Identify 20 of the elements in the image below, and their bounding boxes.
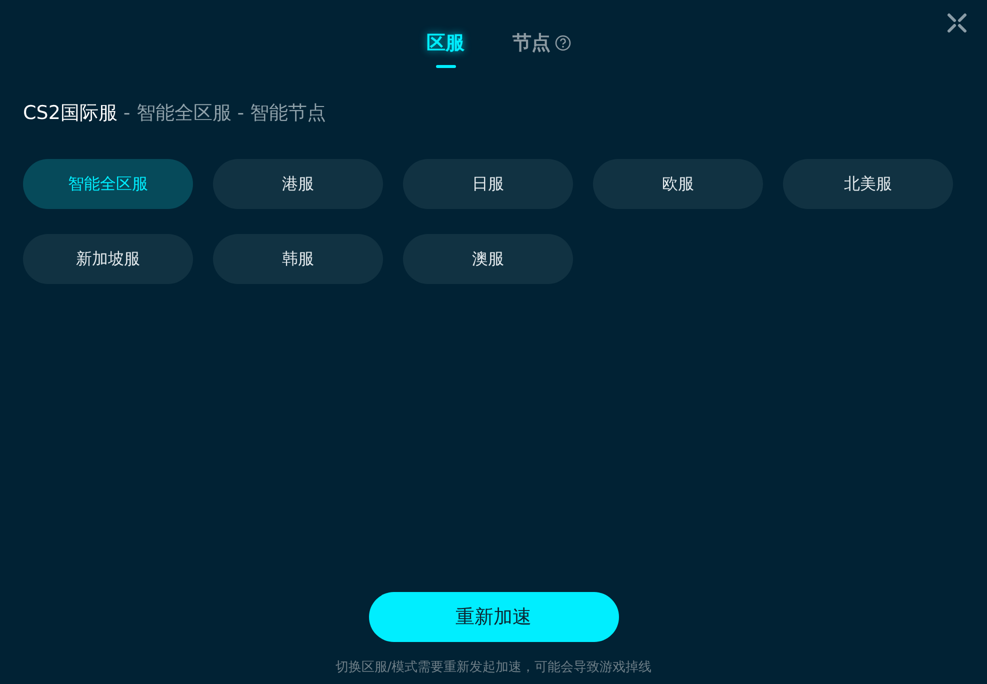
region-button[interactable]: 澳服 <box>403 234 573 284</box>
breadcrumb-item: CS2国际服 <box>23 101 118 126</box>
tab[interactable]: 节点 <box>512 30 550 56</box>
region-button[interactable]: 韩服 <box>213 234 383 284</box>
region-button[interactable]: 欧服 <box>593 159 763 209</box>
breadcrumb-item: 智能全区服 <box>136 101 232 126</box>
region-button[interactable]: 日服 <box>403 159 573 209</box>
region-button[interactable]: 新加坡服 <box>23 234 193 284</box>
tab[interactable]: 区服 <box>426 30 464 56</box>
breadcrumb-separator: - <box>237 101 244 126</box>
region-button[interactable]: 北美服 <box>783 159 953 209</box>
help-icon[interactable] <box>554 35 570 51</box>
breadcrumb-item: 智能节点 <box>250 101 326 126</box>
region-button[interactable]: 港服 <box>213 159 383 209</box>
region-button[interactable]: 智能全区服 <box>23 159 193 209</box>
breadcrumb-separator: - <box>123 101 130 126</box>
restart-button[interactable]: 重新加速 <box>368 592 618 642</box>
hint-text: 切换区服/模式需要重新发起加速，可能会导致游戏掉线 <box>335 659 652 676</box>
tab-indicator <box>436 65 456 68</box>
close-icon[interactable] <box>947 13 967 33</box>
